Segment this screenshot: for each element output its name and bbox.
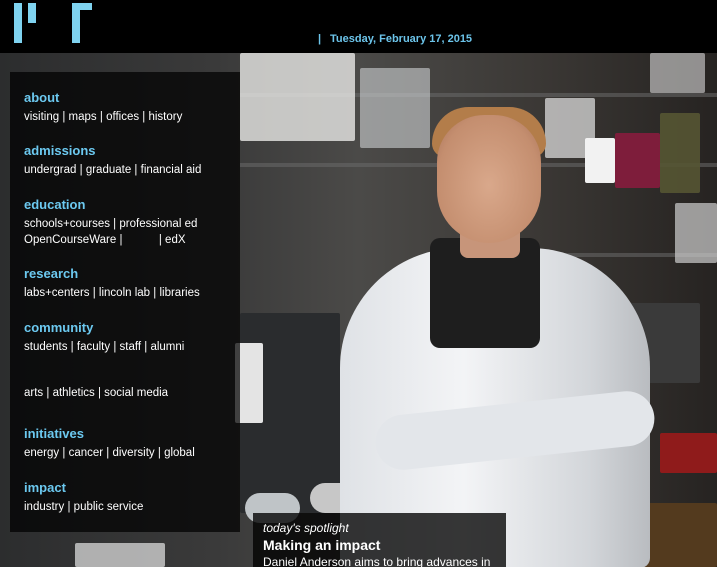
nav-section-about: about visiting | maps | offices | histor… [24, 90, 183, 123]
nav-section-impact: impact industry | public service [24, 480, 144, 513]
nav-link-visiting[interactable]: visiting [24, 111, 59, 123]
nav-link-offices[interactable]: offices [106, 111, 139, 123]
spotlight-panel[interactable]: today's spotlight Making an impact Danie… [253, 513, 506, 567]
nav-heading-admissions[interactable]: admissions [24, 143, 201, 159]
nav-link-financial-aid[interactable]: financial aid [141, 164, 202, 176]
nav-link-history[interactable]: history [148, 111, 182, 123]
nav-link-graduate[interactable]: graduate [86, 164, 131, 176]
nav-heading-research[interactable]: research [24, 266, 200, 282]
nav-link-alumni[interactable]: alumni [150, 341, 184, 353]
spotlight-kicker: today's spotlight [263, 521, 349, 535]
nav-link-staff[interactable]: staff [120, 341, 142, 353]
face [437, 115, 541, 243]
nav-link-opencourseware[interactable]: OpenCourseWare [24, 234, 116, 246]
nav-link-arts[interactable]: arts [24, 387, 43, 399]
top-bar: | Tuesday, February 17, 2015 [0, 0, 717, 53]
nav-link-students[interactable]: students [24, 341, 67, 353]
nav-heading-about[interactable]: about [24, 90, 182, 106]
spotlight-description: Daniel Anderson aims to bring advances i… [263, 555, 491, 567]
nav-heading-impact[interactable]: impact [24, 480, 143, 496]
nav-link-social-media[interactable]: social media [104, 387, 168, 399]
nav-link-industry[interactable]: industry [24, 501, 64, 513]
nav-section-education: education schools+courses | professional… [24, 197, 198, 246]
nav-link-faculty[interactable]: faculty [77, 341, 110, 353]
date-separator: | [318, 33, 322, 45]
nav-link-labs-centers[interactable]: labs+centers [24, 287, 90, 299]
nav-heading-education[interactable]: education [24, 197, 197, 213]
nav-heading-initiatives[interactable]: initiatives [24, 426, 195, 442]
nav-link-undergrad[interactable]: undergrad [24, 164, 76, 176]
nav-link-diversity[interactable]: diversity [112, 447, 154, 459]
nav-link-global[interactable]: global [164, 447, 195, 459]
nav-section-initiatives: initiatives energy | cancer | diversity … [24, 426, 195, 459]
nav-link-edx[interactable]: edX [165, 234, 185, 246]
nav-link-public-service[interactable]: public service [74, 501, 144, 513]
current-date: Tuesday, February 17, 2015 [330, 33, 473, 45]
nav-heading-community[interactable]: community [24, 320, 184, 336]
nav-link-schools-courses[interactable]: schools+courses [24, 218, 110, 230]
nav-link-lincoln-lab[interactable]: lincoln lab [99, 287, 150, 299]
mit-logo-icon[interactable] [14, 3, 94, 43]
nav-link-athletics[interactable]: athletics [53, 387, 95, 399]
nav-section-community: community students | faculty | staff | a… [24, 320, 185, 399]
nav-link-energy[interactable]: energy [24, 447, 59, 459]
nav-link-cancer[interactable]: cancer [69, 447, 104, 459]
nav-link-libraries[interactable]: libraries [159, 287, 199, 299]
nav-section-research: research labs+centers | lincoln lab | li… [24, 266, 200, 299]
main-nav-panel [10, 72, 240, 532]
nav-link-professional-ed[interactable]: professional ed [119, 218, 197, 230]
nav-link-maps[interactable]: maps [69, 111, 97, 123]
nav-section-admissions: admissions undergrad | graduate | financ… [24, 143, 202, 176]
spotlight-title[interactable]: Making an impact [263, 535, 496, 555]
